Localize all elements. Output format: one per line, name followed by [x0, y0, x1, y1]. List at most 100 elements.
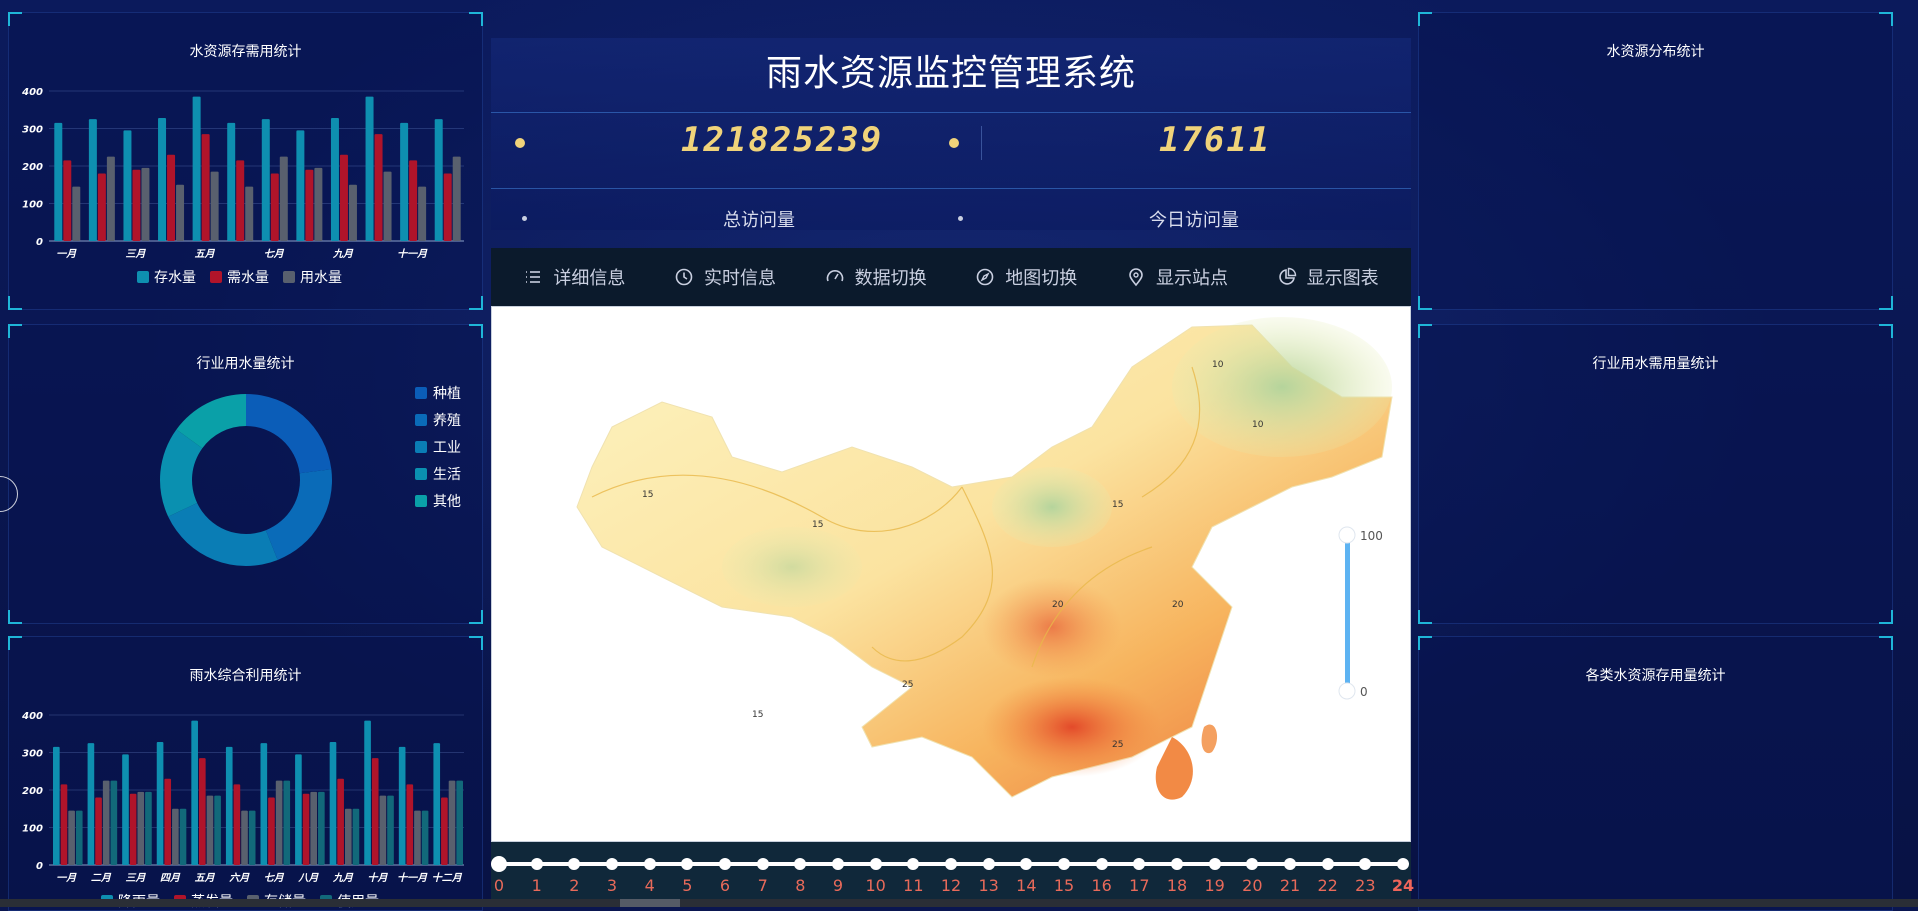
bar	[54, 122, 63, 241]
legend-label[interactable]: 养殖	[433, 412, 461, 429]
bar	[137, 791, 145, 865]
timeline-label[interactable]: 17	[1124, 876, 1154, 895]
timeline-knob[interactable]	[530, 858, 543, 870]
timeline-label[interactable]: 18	[1162, 876, 1192, 895]
panel-industry-water: 行业用水量统计 种植 养殖 工业 生活 其他	[8, 324, 483, 624]
storage-bar-chart: 0 100 200 300 400 一月 三月 五月 七月 九月 十一月	[21, 87, 464, 260]
bar	[406, 784, 414, 865]
timeline-knob[interactable]	[491, 856, 507, 872]
legend-label[interactable]: 生活	[433, 467, 461, 483]
detail-info-button[interactable]: 详细信息	[523, 264, 625, 290]
timeline-knob[interactable]	[1246, 858, 1259, 870]
timeline-slider[interactable]: 0 1 2 3 4 5 6 7 8 9 10 11 12 13 14 15 16 17 18 19 20 21 22 23 24	[491, 842, 1414, 900]
timeline-label[interactable]: 6	[710, 876, 740, 895]
legend-item[interactable]: 需水量	[210, 267, 269, 287]
timeline-knob[interactable]	[832, 858, 844, 870]
timeline-label[interactable]: 9	[823, 876, 853, 895]
compass-icon	[976, 268, 994, 286]
show-stations-button[interactable]: 显示站点	[1126, 264, 1228, 290]
timeline-label[interactable]: 16	[1087, 876, 1117, 895]
timeline-label[interactable]: 10	[861, 876, 891, 895]
legend-item[interactable]: 用水量	[283, 267, 342, 287]
timeline-label[interactable]: 2	[559, 876, 589, 895]
svg-text:15: 15	[812, 520, 823, 530]
timeline-knob[interactable]	[1020, 858, 1033, 870]
bar	[233, 784, 241, 865]
legend-label: 存水量	[154, 270, 196, 286]
timeline-label[interactable]: 23	[1350, 876, 1380, 895]
timeline-knob[interactable]	[1058, 858, 1070, 870]
timeline-label[interactable]: 3	[597, 876, 627, 895]
legend-label[interactable]: 种植	[433, 386, 461, 402]
timeline-knob[interactable]	[982, 858, 995, 870]
timeline-knob[interactable]	[1397, 858, 1409, 870]
timeline-label[interactable]: 1	[522, 876, 552, 895]
bar	[179, 808, 187, 865]
timeline-knob[interactable]	[1208, 858, 1221, 870]
timeline-label[interactable]: 14	[1011, 876, 1041, 895]
timeline-knob[interactable]	[719, 858, 731, 870]
timeline-knob[interactable]	[1284, 858, 1296, 870]
timeline-label[interactable]: 7	[748, 876, 778, 895]
heat-zone	[992, 467, 1112, 547]
timeline-label[interactable]: 12	[936, 876, 966, 895]
timeline-knob[interactable]	[643, 858, 656, 870]
scrollbar-thumb[interactable]	[620, 899, 680, 907]
tool-label: 数据切换	[854, 268, 927, 289]
horizontal-scrollbar[interactable]	[0, 899, 1918, 907]
timeline-knob[interactable]	[681, 858, 694, 870]
timeline-label[interactable]: 15	[1049, 876, 1079, 895]
donut-slice[interactable]	[246, 394, 332, 474]
bar	[275, 780, 283, 865]
visual-map-scale[interactable]: 100 0	[1338, 526, 1383, 700]
donut-slice[interactable]	[168, 502, 278, 566]
timeline-label[interactable]: 11	[898, 876, 928, 895]
timeline-label[interactable]: 19	[1200, 876, 1230, 895]
tool-label: 显示图表	[1306, 268, 1379, 289]
timeline-knob[interactable]	[1359, 858, 1372, 870]
total-visits-value: 121825239	[681, 120, 884, 160]
legend-swatch	[415, 414, 427, 426]
timeline-knob[interactable]	[1171, 858, 1183, 870]
x-tick-label: 五月	[195, 248, 216, 260]
timeline-knob[interactable]	[794, 858, 807, 870]
timeline-label[interactable]: 22	[1313, 876, 1343, 895]
timeline-knob[interactable]	[1095, 858, 1108, 870]
legend-label[interactable]: 其他	[433, 494, 461, 510]
map-switch-button[interactable]: 地图切换	[975, 264, 1077, 290]
bar	[248, 810, 256, 865]
timeline-label[interactable]: 0	[484, 876, 514, 895]
data-switch-button[interactable]: 数据切换	[825, 264, 927, 290]
panel-title: 水资源分布统计	[1606, 44, 1705, 60]
bar	[339, 154, 348, 241]
show-chart-button[interactable]: 显示图表	[1277, 264, 1379, 290]
timeline-label[interactable]: 20	[1237, 876, 1267, 895]
pie-chart-icon	[1278, 267, 1296, 285]
rainfall-map[interactable]: 15 15 10 10 15 20 20 25 25 15 100 0	[491, 306, 1411, 842]
timeline-knob[interactable]	[568, 858, 581, 870]
timeline-knob[interactable]	[907, 858, 920, 870]
bar	[441, 797, 448, 865]
timeline-knob[interactable]	[945, 858, 957, 870]
bar	[374, 134, 383, 241]
bar	[97, 173, 106, 241]
timeline-knob[interactable]	[1133, 858, 1146, 870]
legend-label[interactable]: 工业	[433, 440, 461, 456]
tool-label: 显示站点	[1155, 268, 1228, 289]
timeline-label[interactable]: 4	[635, 876, 665, 895]
timeline-label[interactable]: 5	[672, 876, 702, 895]
timeline-knob[interactable]	[756, 858, 769, 870]
legend-item[interactable]: 存水量	[137, 267, 196, 287]
timeline-label[interactable]: 8	[785, 876, 815, 895]
donut-slice[interactable]	[265, 469, 332, 560]
today-visits-value: 17611	[1159, 120, 1272, 160]
timeline-knob[interactable]	[606, 858, 618, 870]
timeline-knob[interactable]	[1321, 858, 1334, 870]
timeline-label[interactable]: 24	[1388, 876, 1418, 895]
timeline-label[interactable]: 21	[1275, 876, 1305, 895]
timeline-label[interactable]: 13	[974, 876, 1004, 895]
bar	[236, 160, 245, 241]
y-tick-label: 0	[36, 861, 43, 872]
realtime-info-button[interactable]: 实时信息	[674, 264, 776, 290]
timeline-knob[interactable]	[869, 858, 882, 870]
